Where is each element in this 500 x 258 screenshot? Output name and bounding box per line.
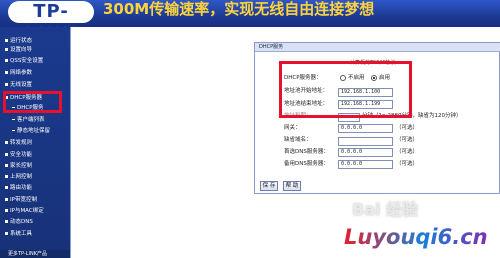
sidebar-item-label: 动态DNS <box>10 219 33 225</box>
svg-text:Luyouqi6.cn: Luyouqi6.cn <box>344 225 488 249</box>
bullet-icon <box>5 220 8 223</box>
bullet-icon <box>5 153 8 156</box>
secondary-dns-input[interactable]: 0.0.0.0 <box>338 160 393 169</box>
domain-label: 缺省域名： <box>284 137 312 143</box>
sidebar-item-label: 客户端列表 <box>17 117 45 123</box>
sidebar-item-label: QSS安全设置 <box>10 58 44 64</box>
more-products-link[interactable]: 更多TP-LINK产品 <box>8 250 47 258</box>
fields-highlight-box <box>279 61 412 118</box>
primary-dns-input[interactable]: 0.0.0.0 <box>338 148 393 157</box>
bullet-icon <box>5 209 8 212</box>
sidebar-item-access-control[interactable]: 上网控制 <box>5 174 32 181</box>
sidebar-item-label: 无线设置 <box>10 82 33 88</box>
primary-dns-optional: （可选） <box>396 149 419 155</box>
sidebar-subitem-client-list[interactable]: 客户端列表 <box>12 117 45 124</box>
sidebar-item-wireless[interactable]: 无线设置 <box>5 82 32 89</box>
sidebar-item-label: IP与MAC绑定 <box>10 208 44 214</box>
gateway-input[interactable]: 0.0.0.0 <box>338 124 393 133</box>
primary-dns-label: 首选DNS服务器： <box>284 149 329 155</box>
banner-slogan: 300M传输速率，实现无线自由连接梦想 <box>103 1 374 18</box>
sidebar-footer: 更多TP-LINK产品 <box>0 250 70 258</box>
bullet-icon <box>5 164 8 167</box>
bullet-icon <box>5 186 8 189</box>
sidebar-item-network[interactable]: 网络参数 <box>5 70 32 77</box>
sidebar-item-label: 家长控制 <box>10 163 33 169</box>
secondary-dns-optional: （可选） <box>396 161 419 167</box>
sidebar-item-label: 静态地址保留 <box>17 128 51 134</box>
sidebar-item-routing[interactable]: 路由功能 <box>5 185 32 192</box>
sidebar-item-label: 系统工具 <box>10 231 33 237</box>
sidebar-item-label: 路由功能 <box>10 185 33 191</box>
sidebar-item-status[interactable]: 运行状态 <box>5 38 32 45</box>
sidebar-item-ddns[interactable]: 动态DNS <box>5 219 33 226</box>
sidebar-item-label: IP带宽控制 <box>10 197 37 203</box>
bullet-icon <box>5 39 8 42</box>
sidebar-item-label: 运行状态 <box>10 38 33 44</box>
sidebar-item-parental[interactable]: 家长控制 <box>5 163 32 170</box>
panel-title: DHCP服务 <box>259 44 284 50</box>
bullet-icon <box>5 141 8 144</box>
sidebar-item-system-tools[interactable]: 系统工具 <box>5 231 32 238</box>
sidebar-item-label: 安全功能 <box>10 152 33 158</box>
site-watermark-logo: Luyouqi6.cn <box>344 225 488 249</box>
sidebar-item-qss[interactable]: QSS安全设置 <box>5 58 43 65</box>
sidebar-separator <box>70 27 71 258</box>
panel-title-bar: DHCP服务 <box>255 43 500 52</box>
sidebar-item-security[interactable]: 安全功能 <box>5 152 32 159</box>
sidebar-item-label: 上网控制 <box>10 174 33 180</box>
help-button[interactable]: 帮 助 <box>283 181 301 191</box>
sidebar-item-wizard[interactable]: 设置向导 <box>5 47 32 54</box>
bullet-icon <box>5 232 8 235</box>
sidebar-item-bandwidth[interactable]: IP带宽控制 <box>5 197 37 204</box>
gateway-label: 网关： <box>284 125 301 131</box>
sidebar-highlight-box <box>3 91 62 113</box>
bullet-icon <box>5 59 8 62</box>
gateway-optional: （可选） <box>396 125 419 131</box>
bullet-icon <box>5 198 8 201</box>
site-watermark: Luyouqi6.cn <box>342 222 492 258</box>
tp-link-logo: TP-LINK <box>8 1 94 27</box>
sidebar-item-ip-mac[interactable]: IP与MAC绑定 <box>5 208 44 215</box>
baidu-watermark: Bai 经验 <box>352 200 419 219</box>
secondary-dns-label: 备用DNS服务器： <box>284 161 329 167</box>
sidebar-item-label: 转发规则 <box>10 140 33 146</box>
bullet-icon <box>5 175 8 178</box>
bullet-icon <box>5 71 8 74</box>
bullet-icon <box>5 48 8 51</box>
domain-optional: （可选） <box>396 137 419 143</box>
sidebar-item-label: 网络参数 <box>10 70 33 76</box>
save-button[interactable]: 保 存 <box>260 181 278 191</box>
dash-icon <box>12 130 15 131</box>
slogan-text: 300M传输速率，实现无线自由连接梦想 <box>103 0 375 18</box>
sidebar-item-label: 设置向导 <box>10 47 33 53</box>
top-banner: TP-LINK 300M传输速率，实现无线自由连接梦想 <box>0 0 500 27</box>
bullet-icon <box>5 83 8 86</box>
sidebar-subitem-static-address[interactable]: 静态地址保留 <box>12 128 50 135</box>
dash-icon <box>12 119 15 120</box>
sidebar-item-forwarding[interactable]: 转发规则 <box>5 140 32 147</box>
domain-input[interactable] <box>338 137 393 146</box>
